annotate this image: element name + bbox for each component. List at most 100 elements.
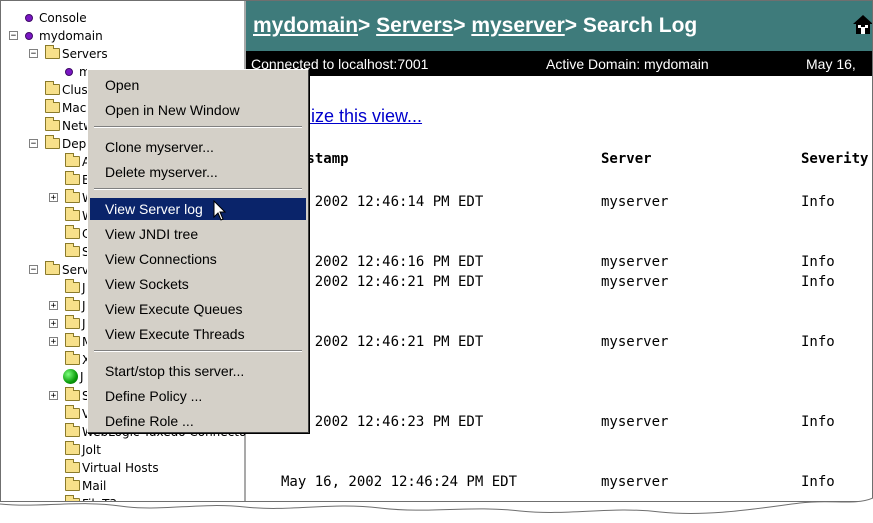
log-server: myserver: [601, 414, 669, 430]
menu-item-view-execute-queues[interactable]: View Execute Queues: [90, 298, 306, 320]
log-timestamp: May 16, 2002 12:46:24 PM EDT: [281, 474, 518, 490]
log-server: myserver: [601, 334, 669, 350]
tree-item[interactable]: J: [65, 279, 86, 297]
folder-icon: [65, 279, 80, 293]
breadcrumb-separator: >: [453, 14, 466, 37]
tree-expander-icon[interactable]: −: [9, 31, 18, 41]
tree-expander-icon[interactable]: −: [29, 139, 38, 149]
log-timestamp: 16, 2002 12:46:16 PM EDT: [281, 254, 484, 270]
menu-item-open[interactable]: Open: [90, 74, 306, 96]
log-severity: Info: [801, 194, 835, 210]
tree-expander-icon[interactable]: +: [49, 391, 58, 401]
menu-item-view-jndi-tree[interactable]: View JNDI tree: [90, 223, 306, 245]
log-server: myserver: [601, 474, 669, 490]
menu-separator: [94, 126, 302, 128]
log-severity: Info: [801, 414, 835, 430]
tree-item-label: Clus: [62, 83, 88, 97]
tree-item[interactable]: S: [65, 243, 90, 261]
menu-separator: [94, 350, 302, 352]
folder-icon: [45, 135, 60, 149]
breadcrumb-mydomain[interactable]: mydomain: [253, 14, 358, 37]
torn-edge-decoration: [0, 497, 873, 523]
folder-icon: [65, 423, 80, 437]
tree-item[interactable]: Clus: [45, 81, 88, 99]
breadcrumb: mydomain> Servers> myserver> Search Log: [253, 14, 697, 38]
tree-item-label: Servers: [62, 47, 108, 61]
menu-item-view-server-log[interactable]: View Server log: [90, 198, 306, 220]
log-timestamp: 16, 2002 12:46:23 PM EDT: [281, 414, 484, 430]
folder-icon: [65, 207, 80, 221]
breadcrumb-servers[interactable]: Servers: [376, 14, 453, 37]
log-severity: Info: [801, 334, 835, 350]
purple-dot-icon: [65, 68, 73, 76]
menu-item-view-connections[interactable]: View Connections: [90, 248, 306, 270]
tree-item[interactable]: Depl: [45, 135, 90, 153]
tree-item-label: J: [82, 317, 86, 331]
log-server: myserver: [601, 274, 669, 290]
folder-icon: [65, 225, 80, 239]
folder-icon: [65, 153, 80, 167]
tree-item[interactable]: Servers: [45, 45, 108, 63]
tree-item[interactable]: J: [65, 297, 86, 315]
status-bar: Connected to localhost:7001 Active Domai…: [246, 51, 872, 76]
tree-item-label: Depl: [62, 137, 90, 151]
tree-expander-icon[interactable]: +: [49, 337, 58, 347]
page-header: mydomain> Servers> myserver> Search Log: [246, 1, 873, 51]
tree-expander-icon[interactable]: +: [49, 193, 58, 203]
folder-icon: [65, 459, 80, 473]
mouse-pointer-icon: [213, 200, 227, 221]
menu-item-open-new-window[interactable]: Open in New Window: [90, 99, 306, 121]
column-header-server: Server: [601, 151, 652, 167]
menu-item-delete-server[interactable]: Delete myserver...: [90, 161, 306, 183]
active-domain: Active Domain: mydomain: [546, 56, 709, 72]
tree-item[interactable]: J: [63, 368, 84, 386]
tree-item[interactable]: mydomain: [25, 27, 103, 45]
menu-item-define-policy[interactable]: Define Policy ...: [90, 385, 306, 407]
tree-item-label: J: [80, 370, 84, 384]
folder-icon: [65, 387, 80, 401]
menu-item-view-sockets[interactable]: View Sockets: [90, 273, 306, 295]
breadcrumb-myserver[interactable]: myserver: [471, 14, 564, 37]
tree-expander-icon[interactable]: −: [29, 265, 38, 275]
folder-icon: [65, 297, 80, 311]
home-icon[interactable]: [852, 13, 873, 35]
folder-icon: [65, 171, 80, 185]
folder-icon: [45, 261, 60, 275]
console-window: Console − mydomain − Servers m Clus Mach Netw − De…: [0, 0, 873, 502]
tree-expander-icon[interactable]: +: [49, 319, 58, 329]
folder-icon: [45, 81, 60, 95]
tree-item-label: Console: [39, 11, 87, 25]
tree-item[interactable]: Virtual Hosts: [65, 459, 159, 477]
tree-item-label: mydomain: [39, 29, 103, 43]
tree-item[interactable]: Netw: [45, 117, 93, 135]
status-date: May 16,: [806, 56, 856, 72]
tree-item-label: Jolt: [82, 443, 101, 457]
tree-item[interactable]: Jolt: [65, 441, 101, 459]
column-header-severity: Severity: [801, 151, 869, 167]
tree-item[interactable]: Console: [25, 9, 87, 27]
tree-expander-icon[interactable]: +: [49, 301, 58, 311]
folder-icon: [45, 117, 60, 131]
log-timestamp: 16, 2002 12:46:21 PM EDT: [281, 334, 484, 350]
menu-item-clone-server[interactable]: Clone myserver...: [90, 136, 306, 158]
menu-separator: [94, 188, 302, 190]
folder-icon: [65, 405, 80, 419]
log-timestamp: 16, 2002 12:46:21 PM EDT: [281, 274, 484, 290]
green-dot-icon: [63, 369, 78, 384]
menu-item-define-role[interactable]: Define Role ...: [90, 410, 306, 432]
menu-item-start-stop-server[interactable]: Start/stop this server...: [90, 360, 306, 382]
tree-expander-icon[interactable]: −: [29, 49, 38, 59]
tree-item[interactable]: S: [65, 387, 90, 405]
folder-icon: [65, 333, 80, 347]
log-severity: Info: [801, 474, 835, 490]
tree-item[interactable]: J: [65, 315, 86, 333]
tree-item[interactable]: E: [65, 171, 90, 189]
folder-icon: [65, 351, 80, 365]
log-server: myserver: [601, 254, 669, 270]
tree-item[interactable]: Serv: [45, 261, 89, 279]
tree-item-label: J: [82, 299, 86, 313]
menu-item-view-execute-threads[interactable]: View Execute Threads: [90, 323, 306, 345]
folder-icon: [45, 99, 60, 113]
log-timestamp: 16, 2002 12:46:14 PM EDT: [281, 194, 484, 210]
page-title: Search Log: [582, 14, 698, 37]
